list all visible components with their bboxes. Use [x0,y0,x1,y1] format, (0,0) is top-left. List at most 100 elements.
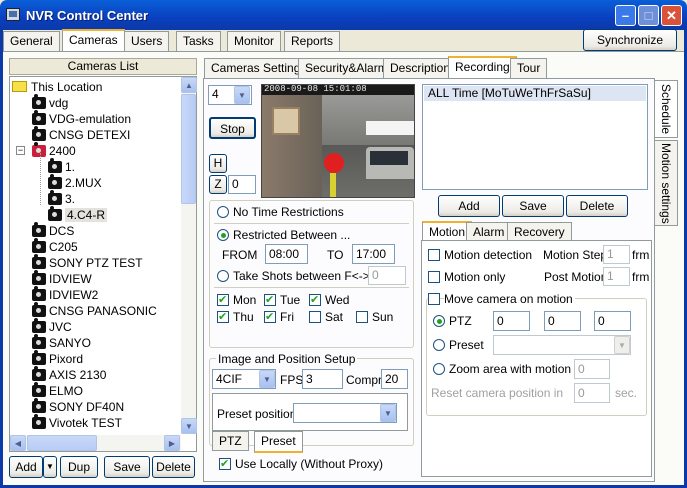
tab-recovery[interactable]: Recovery [507,222,572,242]
to-time-input[interactable]: 17:00 [352,244,395,264]
move-camera-checkbox[interactable] [428,293,440,305]
day-checkbox-sun[interactable] [356,311,368,323]
save-camera-button[interactable]: Save [104,456,150,478]
tab-cameras-settings[interactable]: Cameras Settings [204,58,314,78]
tree-item[interactable]: vdg [32,94,68,111]
tree-item[interactable]: VDG-emulation [32,110,131,127]
chevron-down-icon[interactable]: ▼ [259,370,275,388]
schedule-list[interactable]: ALL Time [MoTuWeThFrSaSu] [422,84,648,190]
shots-input[interactable]: 0 [368,266,406,285]
camera-preview[interactable]: 2008-09-08 15:01:08 [261,84,415,198]
tab-tour[interactable]: Tour [510,58,548,78]
save-schedule-button[interactable]: Save [502,195,564,217]
motion-step-input[interactable]: 1 [603,245,630,264]
tab-schedule[interactable]: Schedule [654,80,678,138]
tab-motion[interactable]: Motion [422,221,473,241]
from-time-input[interactable]: 08:00 [265,244,308,264]
tree-item[interactable]: 4.C4-R [48,206,108,223]
close-button[interactable]: ✕ [661,5,682,26]
stop-button[interactable]: Stop [209,117,256,139]
z-button[interactable]: Z [209,175,227,194]
chevron-down-icon[interactable]: ▼ [614,336,630,354]
tree-item[interactable]: Vivotek TEST [32,414,122,431]
preset-radio[interactable] [433,339,445,351]
ptz-tilt-input[interactable]: 0 [544,311,581,331]
take-shots-radio[interactable] [217,270,229,282]
tree-item[interactable]: AXIS 2130 [32,366,106,383]
tab-reports[interactable]: Reports [284,31,341,51]
add-dropdown-icon[interactable]: ▼ [43,456,57,478]
tab-users[interactable]: Users [124,31,170,51]
scroll-up-icon[interactable]: ▲ [181,77,197,93]
cameras-tree[interactable]: This Location vdg VDG-emulation CNSG DETEX… [9,76,197,452]
tab-description[interactable]: Description [383,58,458,78]
tree-root[interactable]: This Location [12,79,102,95]
tree-item[interactable]: C205 [32,238,78,255]
tree-item[interactable]: IDVIEW [32,270,92,287]
use-locally-checkbox[interactable] [219,457,231,470]
delete-camera-button[interactable]: Delete [152,456,195,478]
delete-schedule-button[interactable]: Delete [566,195,628,217]
restricted-between-radio[interactable] [217,229,229,241]
day-checkbox-sat[interactable] [309,311,321,323]
ptz-zoom-input[interactable]: 0 [594,311,631,331]
tree-item[interactable]: SONY DF40N [32,398,124,415]
maximize-button[interactable]: □ [638,5,659,26]
reset-position-input[interactable]: 0 [574,383,610,403]
tree-item[interactable]: CNSG DETEXI [32,126,130,143]
tree-item[interactable]: ELMO [32,382,83,399]
add-schedule-button[interactable]: Add [438,195,500,217]
day-checkbox-tue[interactable] [264,293,276,306]
scroll-down-icon[interactable]: ▼ [181,418,197,434]
tree-item[interactable]: Pixord [32,350,83,367]
tree-item[interactable]: SANYO [32,334,91,351]
chevron-down-icon[interactable]: ▼ [380,404,396,422]
h-button[interactable]: H [209,154,227,173]
tree-item[interactable]: − 2400 [16,142,76,159]
minimize-button[interactable]: – [615,5,636,26]
day-checkbox-fri[interactable] [264,310,276,323]
tree-item[interactable]: DCS [32,222,74,239]
tab-ptz[interactable]: PTZ [212,431,249,451]
day-checkbox-thu[interactable] [217,310,229,323]
schedule-entry[interactable]: ALL Time [MoTuWeThFrSaSu] [424,86,646,101]
tab-recording[interactable]: Recording [448,56,517,78]
tree-item[interactable]: 2.MUX [48,174,102,191]
tab-alarm[interactable]: Alarm [466,222,512,242]
ptz-radio[interactable] [433,315,445,327]
no-time-restrictions-radio[interactable] [217,206,229,218]
post-motion-input[interactable]: 1 [603,267,630,286]
preset-select[interactable] [493,335,631,355]
tab-preset[interactable]: Preset [254,431,303,453]
add-camera-button[interactable]: Add [9,456,43,478]
scroll-thumb[interactable] [181,94,196,204]
day-checkbox-wed[interactable] [309,293,321,306]
tab-tasks[interactable]: Tasks [176,31,221,51]
zoom-area-input[interactable]: 0 [574,359,610,379]
tree-item[interactable]: 3. [48,190,75,207]
tab-security-alarm[interactable]: Security&Alarm [298,58,395,78]
chevron-down-icon[interactable]: ▼ [234,86,250,104]
dup-camera-button[interactable]: Dup [60,456,98,478]
motion-detection-checkbox[interactable] [428,249,440,261]
tree-item[interactable]: IDVIEW2 [32,286,98,303]
tree-item[interactable]: CNSG PANASONIC [32,302,157,319]
zoom-input[interactable]: 0 [228,175,256,194]
scroll-right-icon[interactable]: ▶ [164,435,180,451]
tab-cameras[interactable]: Cameras [62,29,125,51]
hscroll-thumb[interactable] [27,435,97,451]
synchronize-button[interactable]: Synchronize [583,29,677,51]
ptz-pan-input[interactable]: 0 [493,311,530,331]
day-checkbox-mon[interactable] [217,293,229,306]
scroll-left-icon[interactable]: ◀ [10,435,26,451]
fps-input[interactable]: 3 [302,369,343,389]
tree-item[interactable]: SONY PTZ TEST [32,254,143,271]
tab-general[interactable]: General [3,31,60,51]
tab-monitor[interactable]: Monitor [227,31,282,51]
tree-item[interactable]: JVC [32,318,72,335]
tab-motion-settings[interactable]: Motion settings [654,140,678,226]
zoom-area-radio[interactable] [433,363,445,375]
motion-only-checkbox[interactable] [428,271,440,283]
compr-input[interactable]: 20 [381,369,408,389]
tree-item[interactable]: 1. [48,158,75,175]
